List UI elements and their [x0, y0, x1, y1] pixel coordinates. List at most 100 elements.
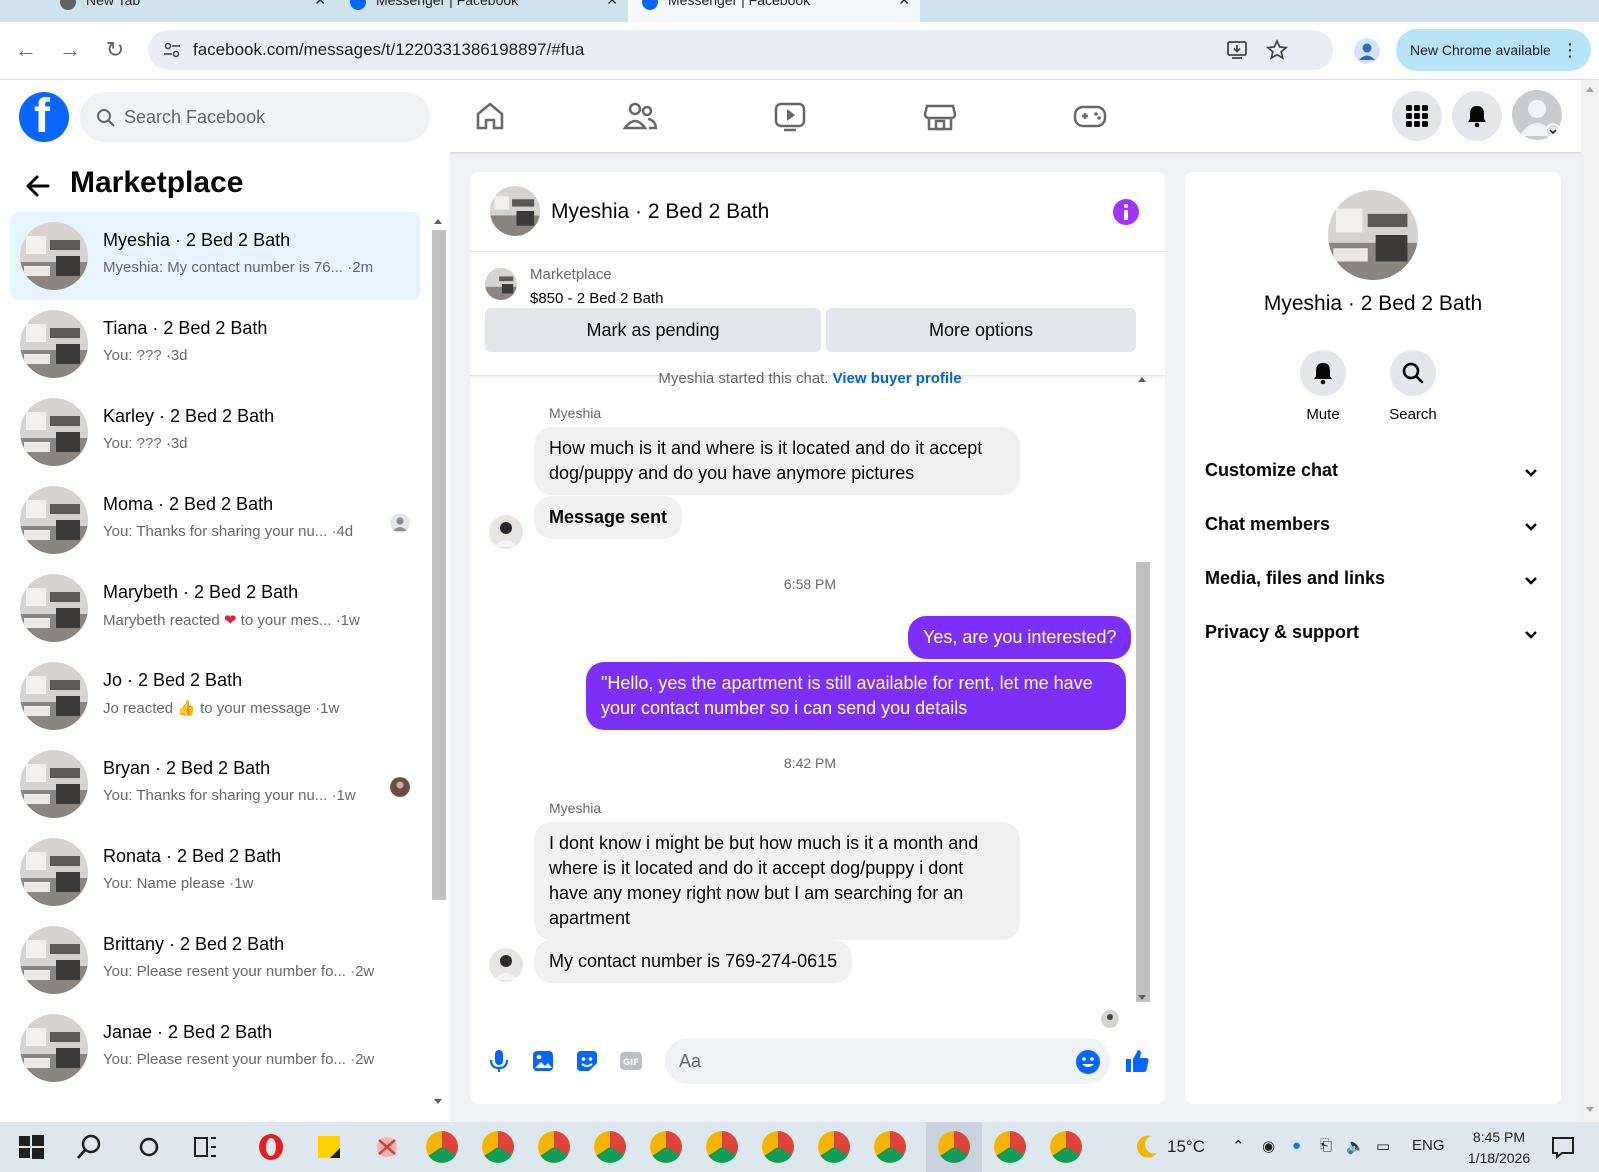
tab-new-tab[interactable]: New Tab ✕ — [46, 0, 336, 22]
chrome-profile-icon[interactable] — [1354, 38, 1380, 64]
chrome-profile-app-icon[interactable] — [874, 1131, 906, 1163]
conversation-item[interactable]: Myeshia · 2 Bed 2 Bath Myeshia: My conta… — [10, 212, 420, 300]
chat-title[interactable]: Myeshia · 2 Bed 2 Bath — [551, 200, 769, 224]
meet-now-icon[interactable]: ⎗ — [1320, 1137, 1332, 1154]
conversation-item[interactable]: Jo · 2 Bed 2 Bath Jo reacted 👍 to your m… — [10, 652, 420, 740]
cortana-icon[interactable] — [134, 1132, 164, 1162]
chrome-profile-app-icon[interactable] — [482, 1131, 514, 1163]
opera-icon[interactable] — [256, 1132, 286, 1162]
chrome-profile-app-icon[interactable] — [538, 1131, 570, 1163]
chrome-profile-app-icon[interactable] — [938, 1131, 970, 1163]
account-avatar[interactable] — [1512, 90, 1562, 140]
chrome-profile-app-icon[interactable] — [818, 1131, 850, 1163]
gif-icon[interactable]: GIF — [618, 1048, 644, 1074]
conversation-item[interactable]: Moma · 2 Bed 2 Bath You: Thanks for shar… — [10, 476, 420, 564]
close-icon[interactable]: ✕ — [606, 0, 618, 9]
more-options-button[interactable]: More options — [826, 308, 1136, 352]
media-files-links-section[interactable]: Media, files and links — [1185, 554, 1561, 608]
chrome-profile-app-icon[interactable] — [594, 1131, 626, 1163]
search-icon[interactable] — [74, 1132, 104, 1162]
clock[interactable]: 8:45 PM 1/18/2026 — [1459, 1127, 1539, 1169]
conversation-item[interactable]: Ronata · 2 Bed 2 Bath You: Name please ·… — [10, 828, 420, 916]
language-indicator[interactable]: ENG — [1412, 1137, 1445, 1154]
info-icon[interactable] — [1112, 198, 1140, 226]
address-bar[interactable]: facebook.com/messages/t/1220331386198897… — [148, 30, 1333, 70]
new-chrome-available-button[interactable]: New Chrome available ⋮ — [1396, 29, 1591, 71]
message-bubble-outgoing[interactable]: "Hello, yes the apartment is still avail… — [586, 662, 1126, 730]
friends-icon[interactable] — [620, 96, 660, 136]
record-icon[interactable]: ◉ — [1262, 1137, 1275, 1155]
scroll-down-icon[interactable] — [1134, 992, 1150, 1004]
message-bubble-incoming[interactable]: Message sent — [534, 496, 683, 539]
chevron-up-icon[interactable]: ⌃ — [1232, 1137, 1245, 1155]
customize-chat-section[interactable]: Customize chat — [1185, 446, 1561, 500]
more-vertical-icon[interactable]: ⋮ — [1561, 29, 1579, 71]
microphone-icon[interactable] — [486, 1048, 512, 1074]
listing-thumbnail[interactable] — [485, 268, 517, 300]
forward-icon[interactable]: → — [58, 38, 82, 62]
chrome-profile-app-icon[interactable] — [650, 1131, 682, 1163]
tab-messenger-2[interactable]: Messenger | Facebook ✕ — [628, 0, 920, 22]
conversation-item[interactable]: Karley · 2 Bed 2 Bath You: ??? ·3d — [10, 388, 420, 476]
listing-price-title[interactable]: $850 - 2 Bed 2 Bath — [530, 290, 663, 307]
message-bubble-outgoing[interactable]: Yes, are you interested? — [908, 616, 1132, 659]
message-bubble-incoming[interactable]: I dont know i might be but how much is i… — [534, 822, 1020, 940]
task-view-icon[interactable] — [190, 1132, 220, 1162]
windows-start-icon[interactable] — [16, 1132, 46, 1162]
menu-grid-button[interactable] — [1392, 91, 1442, 141]
scroll-up-icon[interactable] — [1134, 373, 1150, 385]
network-icon[interactable]: ▭ — [1376, 1137, 1390, 1155]
conversation-list-scrollbar[interactable] — [430, 214, 446, 1122]
conversation-item[interactable]: Tiana · 2 Bed 2 Bath You: ??? ·3d — [10, 300, 420, 388]
thumbs-up-icon[interactable] — [1124, 1048, 1150, 1074]
gaming-icon[interactable] — [1070, 96, 1110, 136]
listing-avatar[interactable] — [1328, 190, 1418, 280]
message-input[interactable] — [665, 1038, 1110, 1084]
facebook-search[interactable] — [80, 92, 430, 142]
marketplace-icon[interactable] — [920, 96, 960, 136]
search-input[interactable] — [124, 104, 414, 130]
chat-members-section[interactable]: Chat members — [1185, 500, 1561, 554]
listing-thumbnail[interactable] — [490, 186, 540, 236]
scroll-down-icon[interactable] — [1581, 1104, 1599, 1116]
cloud-sync-icon[interactable]: ● — [1292, 1137, 1301, 1154]
scroll-up-icon[interactable] — [1581, 84, 1599, 96]
message-bubble-incoming[interactable]: How much is it and where is it located a… — [534, 427, 1020, 495]
tab-messenger-1[interactable]: Messenger | Facebook ✕ — [336, 0, 628, 22]
notifications-button[interactable] — [1452, 91, 1502, 141]
reload-icon[interactable]: ↻ — [103, 38, 127, 62]
site-settings-icon[interactable] — [162, 40, 182, 60]
conversation-item[interactable]: Brittany · 2 Bed 2 Bath You: Please rese… — [10, 916, 420, 1004]
scrollbar-thumb[interactable] — [1136, 562, 1150, 1002]
back-arrow-icon[interactable] — [24, 172, 52, 200]
chrome-profile-app-icon[interactable] — [1050, 1131, 1082, 1163]
bookmark-star-icon[interactable] — [1266, 39, 1288, 61]
close-icon[interactable]: ✕ — [314, 0, 326, 9]
mark-as-pending-button[interactable]: Mark as pending — [485, 308, 821, 352]
chrome-profile-app-icon[interactable] — [706, 1131, 738, 1163]
scrollbar-thumb[interactable] — [432, 230, 446, 900]
conversation-item[interactable]: Bryan · 2 Bed 2 Bath You: Thanks for sha… — [10, 740, 420, 828]
install-app-icon[interactable] — [1226, 39, 1248, 61]
notification-center-icon[interactable] — [1548, 1132, 1578, 1162]
chat-scrollbar[interactable] — [1134, 372, 1150, 1012]
weather-widget[interactable]: 15°C — [1131, 1132, 1205, 1167]
mute-button[interactable]: Mute — [1288, 350, 1358, 423]
facebook-logo[interactable]: f — [19, 90, 69, 143]
scroll-up-icon[interactable] — [430, 215, 446, 227]
scroll-down-icon[interactable] — [430, 1096, 446, 1108]
chrome-profile-app-icon[interactable] — [426, 1131, 458, 1163]
conversation-item[interactable]: Marybeth · 2 Bed 2 Bath Marybeth reacted… — [10, 564, 420, 652]
chrome-profile-app-icon[interactable] — [994, 1131, 1026, 1163]
chrome-profile-app-icon[interactable] — [762, 1131, 794, 1163]
conversation-item[interactable]: Janae · 2 Bed 2 Bath You: Please resent … — [10, 1004, 420, 1092]
message-bubble-incoming[interactable]: My contact number is 769-274-0615 — [534, 940, 853, 983]
emoji-icon[interactable] — [1075, 1049, 1101, 1075]
snipping-tool-icon[interactable] — [372, 1132, 402, 1162]
video-icon[interactable] — [770, 96, 810, 136]
view-buyer-profile-link[interactable]: View buyer profile — [833, 370, 962, 387]
close-icon[interactable]: ✕ — [898, 0, 910, 9]
privacy-support-section[interactable]: Privacy & support — [1185, 608, 1561, 662]
sticker-icon[interactable] — [574, 1048, 600, 1074]
search-in-chat-button[interactable]: Search — [1378, 350, 1448, 423]
